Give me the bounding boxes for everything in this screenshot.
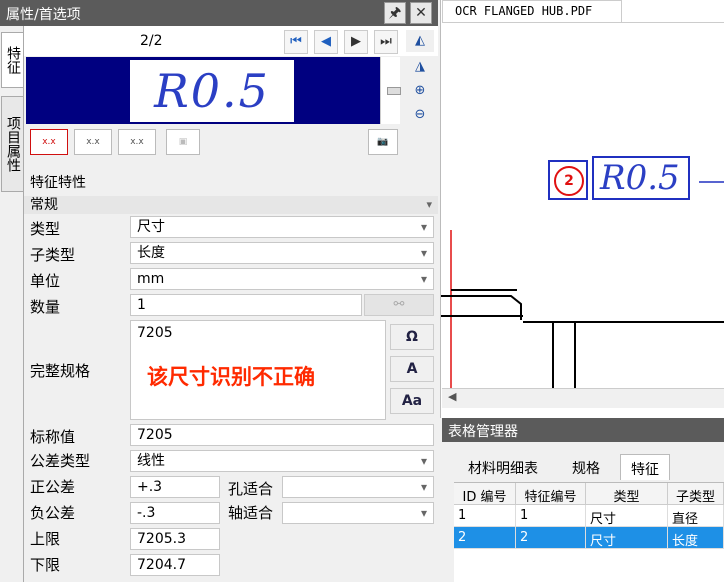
tolerance-type-label: 公差类型 — [30, 452, 91, 470]
error-annotation: 该尺寸识别不正确 — [147, 365, 315, 389]
format-d-icon[interactable]: ▣ — [166, 129, 200, 155]
full-spec-label: 完整规格 — [30, 362, 91, 380]
tab-specs[interactable]: 规格 — [562, 454, 610, 480]
zoom-in-icon[interactable]: ⊕ — [406, 80, 434, 102]
features-table: ID 编号 特征编号 类型 子类型 1 1 尺寸 直径 2 2 尺寸 长度 — [454, 482, 724, 582]
lower-limit-label: 下限 — [30, 556, 61, 574]
group-general[interactable]: 常规 ▾ — [24, 196, 438, 214]
minus-tolerance-input[interactable]: -.3 — [130, 502, 220, 524]
flip-horizontal-icon[interactable]: ◭ — [406, 30, 434, 52]
zoom-out-icon[interactable]: ⊖ — [406, 104, 434, 126]
pin-icon[interactable]: 🖈 — [384, 2, 406, 24]
minus-tolerance-label: 负公差 — [30, 504, 76, 522]
nominal-input[interactable]: 7205 — [130, 424, 434, 446]
vertical-tab-strip: 特征 项目属性 — [0, 26, 24, 582]
format-toolbar: x.x x.x x.x ▣ 📷 — [24, 126, 438, 160]
feature-balloon[interactable]: 2 — [548, 160, 588, 200]
subtype-label: 子类型 — [30, 246, 76, 264]
plus-tolerance-input[interactable]: +.3 — [130, 476, 220, 498]
hole-fit-select[interactable] — [282, 476, 434, 498]
balloon-number: 2 — [554, 166, 584, 196]
ocr-preview: R0.5 — [26, 57, 380, 124]
omega-icon[interactable]: Ω — [390, 324, 434, 350]
upper-limit-label: 上限 — [30, 530, 61, 548]
format-b-icon[interactable]: x.x — [74, 129, 112, 155]
cell-type: 尺寸 — [586, 527, 668, 549]
type-label: 类型 — [30, 220, 61, 238]
prev-page-icon[interactable]: ◀ — [314, 30, 338, 54]
font-icon[interactable]: A — [390, 356, 434, 382]
navigation-bar: 2/2 ⏮ ◀ ▶ ⏭ — [24, 26, 438, 56]
cell-type: 尺寸 — [586, 505, 668, 527]
type-select[interactable]: 尺寸 — [130, 216, 434, 238]
first-page-icon[interactable]: ⏮ — [284, 30, 308, 54]
tab-divider — [442, 22, 724, 23]
ocr-preview-text: R0.5 — [154, 64, 270, 118]
zoom-slider-handle[interactable] — [387, 87, 401, 95]
quantity-input[interactable]: 1 — [130, 294, 362, 316]
tab-features-table[interactable]: 特征 — [620, 454, 670, 480]
shaft-fit-select[interactable] — [282, 502, 434, 524]
page-indicator: 2/2 — [140, 33, 163, 49]
col-header-id[interactable]: ID 编号 — [454, 483, 516, 505]
table-manager-title: 表格管理器 — [442, 418, 724, 442]
link-icon[interactable]: ⚯ — [364, 294, 434, 316]
full-spec-textarea[interactable]: 7205 该尺寸识别不正确 — [130, 320, 386, 420]
horizontal-scrollbar[interactable]: ◀ — [442, 388, 724, 408]
drawing-lines — [441, 181, 724, 388]
cell-feature-number: 1 — [516, 505, 586, 527]
last-page-icon[interactable]: ⏭ — [374, 30, 398, 54]
format-c-icon[interactable]: x.x — [118, 129, 156, 155]
document-tab[interactable]: OCR FLANGED HUB.PDF — [442, 0, 622, 22]
cell-subtype: 长度 — [668, 527, 724, 549]
cell-subtype: 直径 — [668, 505, 724, 527]
rotate-icon[interactable]: ◮ — [406, 56, 434, 78]
format-a-icon[interactable]: x.x — [30, 129, 68, 155]
pdf-document-view[interactable] — [440, 0, 724, 418]
col-header-type[interactable]: 类型 — [586, 483, 668, 505]
group-label: 常规 — [30, 197, 58, 213]
table-row-selected[interactable]: 2 2 尺寸 长度 — [454, 527, 724, 549]
ocr-preview-image: R0.5 — [130, 60, 294, 122]
quantity-label: 数量 — [30, 298, 61, 316]
cell-id: 1 — [454, 505, 516, 527]
font-size-icon[interactable]: Aa — [390, 388, 434, 414]
subtype-select[interactable]: 长度 — [130, 242, 434, 264]
col-header-subtype[interactable]: 子类型 — [668, 483, 724, 505]
scroll-left-icon[interactable]: ◀ — [448, 390, 456, 403]
properties-header: 特征特性 — [24, 164, 438, 196]
tab-bom[interactable]: 材料明细表 — [458, 454, 548, 480]
camera-icon[interactable]: 📷 — [368, 129, 398, 155]
collapse-icon[interactable]: ▾ — [426, 196, 432, 214]
zoom-slider[interactable] — [380, 57, 401, 124]
cell-feature-number: 2 — [516, 527, 586, 549]
hole-fit-label: 孔适合 — [228, 480, 274, 498]
close-icon[interactable]: ✕ — [410, 2, 432, 24]
plus-tolerance-label: 正公差 — [30, 478, 76, 496]
unit-select[interactable]: mm — [130, 268, 434, 290]
nominal-label: 标称值 — [30, 428, 76, 446]
panel-titlebar: 属性/首选项 🖈 ✕ — [0, 0, 438, 26]
dimension-highlight[interactable]: R0.5 — [592, 156, 690, 200]
full-spec-value: 7205 — [137, 325, 173, 341]
unit-label: 单位 — [30, 272, 61, 290]
table-row[interactable]: 1 1 尺寸 直径 — [454, 505, 724, 527]
col-header-feature-number[interactable]: 特征编号 — [516, 483, 586, 505]
tolerance-type-select[interactable]: 线性 — [130, 450, 434, 472]
shaft-fit-label: 轴适合 — [228, 504, 274, 522]
panel-title: 属性/首选项 — [6, 7, 81, 23]
upper-limit-input[interactable]: 7205.3 — [130, 528, 220, 550]
tab-features[interactable]: 特征 — [1, 32, 23, 88]
cell-id: 2 — [454, 527, 516, 549]
next-page-icon[interactable]: ▶ — [344, 30, 368, 54]
tab-project-properties[interactable]: 项目属性 — [1, 96, 23, 192]
lower-limit-input[interactable]: 7204.7 — [130, 554, 220, 576]
dimension-text: R0.5 — [600, 158, 680, 198]
